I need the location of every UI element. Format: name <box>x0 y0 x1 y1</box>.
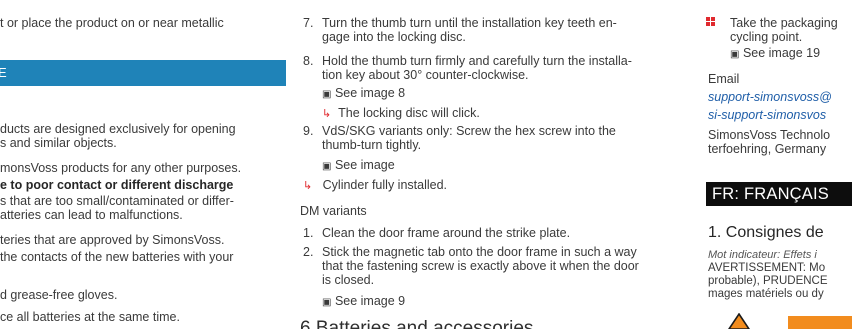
step-number: 7. <box>303 16 314 30</box>
bullet-text: Take the packaging <box>730 16 838 30</box>
text-line: probable), PRUDENCE <box>708 275 828 287</box>
see-image-ref: ▣ See image 9 <box>322 294 405 310</box>
language-bar: FR: FRANÇAIS <box>706 182 852 206</box>
text-line: the contacts of the new batteries with y… <box>0 250 234 264</box>
result-line: ↳ The locking disc will click. <box>322 106 480 121</box>
section-bar-label: E <box>0 65 7 80</box>
see-image-ref: ▣ See image 8 <box>322 86 405 102</box>
see-image-ref: ▣ See image 19 <box>730 46 820 62</box>
email-label: Email <box>708 72 740 86</box>
email-link[interactable]: support-simonsvoss@ <box>708 90 832 104</box>
result-text: Cylinder fully installed. <box>322 178 447 192</box>
step-text: that the fastening screw is exactly abov… <box>322 259 639 273</box>
text-line: d grease-free gloves. <box>0 288 118 302</box>
text-line: atteries can lead to malfunctions. <box>0 208 183 222</box>
bullet-icon <box>706 17 716 27</box>
image-ref-icon: ▣ <box>322 89 332 100</box>
middle-column: 7. Turn the thumb turn until the install… <box>300 0 700 329</box>
result-arrow-icon: ↳ <box>303 180 313 192</box>
see-image-ref: ▣ See image <box>322 158 395 174</box>
step-text: gage into the locking disc. <box>322 30 466 44</box>
step-number: 9. <box>303 124 314 138</box>
text-line-bold: e to poor contact or different discharge <box>0 178 234 192</box>
text-line: s that are too small/contaminated or dif… <box>0 194 234 208</box>
see-image-label: See image <box>334 158 395 172</box>
language-bar-label: FR: FRANÇAIS <box>712 185 829 203</box>
step-text: is closed. <box>322 273 375 287</box>
text-line: ducts are designed exclusively for openi… <box>0 122 236 136</box>
step-number: 8. <box>303 54 314 68</box>
see-image-label: See image 9 <box>334 294 406 308</box>
step-text: Clean the door frame around the strike p… <box>322 226 571 240</box>
warning-icon <box>728 313 750 329</box>
bullet-text: cycling point. <box>730 30 803 44</box>
step-text: tion key about 30° counter-clockwise. <box>322 68 529 82</box>
image-ref-icon: ▣ <box>322 297 332 308</box>
step-text: VdS/SKG variants only: Screw the hex scr… <box>322 124 616 138</box>
text-line: AVERTISSEMENT: Mo <box>708 262 826 274</box>
text-line: teries that are approved by SimonsVoss. <box>0 233 225 247</box>
email-link[interactable]: si-support-simonsvos <box>708 108 826 122</box>
step-number: 1. <box>303 226 314 240</box>
left-column: t or place the product on or near metall… <box>0 0 286 329</box>
see-image-label: See image 19 <box>742 46 821 60</box>
text-line: monsVoss products for any other purposes… <box>0 161 242 175</box>
section-heading: 6 Batteries and accessories <box>300 318 534 329</box>
text-line: t or place the product on or near metall… <box>0 16 224 30</box>
step-number: 2. <box>303 245 314 259</box>
text-line: Mot indicateur: Effets i <box>708 249 817 261</box>
company-address: SimonsVoss Technolo <box>708 128 831 142</box>
text-line: ce all batteries at the same time. <box>0 310 180 324</box>
warning-banner <box>788 316 852 329</box>
step-text: thumb-turn tightly. <box>322 138 422 152</box>
step-text: Hold the thumb turn firmly and carefully… <box>322 54 632 68</box>
result-arrow-icon: ↳ <box>322 108 332 120</box>
step-text: Stick the magnetic tab onto the door fra… <box>322 245 637 259</box>
text-line: mages matériels ou dy <box>708 288 824 300</box>
section-bar: E <box>0 60 286 86</box>
image-ref-icon: ▣ <box>322 161 332 172</box>
result-line: ↳ Cylinder fully installed. <box>303 178 447 193</box>
see-image-label: See image 8 <box>334 86 406 100</box>
step-text: Turn the thumb turn until the installati… <box>322 16 617 30</box>
result-text: The locking disc will click. <box>338 106 480 120</box>
text-line: s and similar objects. <box>0 136 117 150</box>
section-heading: 1. Consignes de <box>708 224 824 241</box>
company-address: terfoehring, Germany <box>708 142 827 156</box>
subheading: DM variants <box>300 204 367 218</box>
image-ref-icon: ▣ <box>730 49 740 60</box>
right-column: Take the packaging cycling point. ▣ See … <box>706 0 852 329</box>
